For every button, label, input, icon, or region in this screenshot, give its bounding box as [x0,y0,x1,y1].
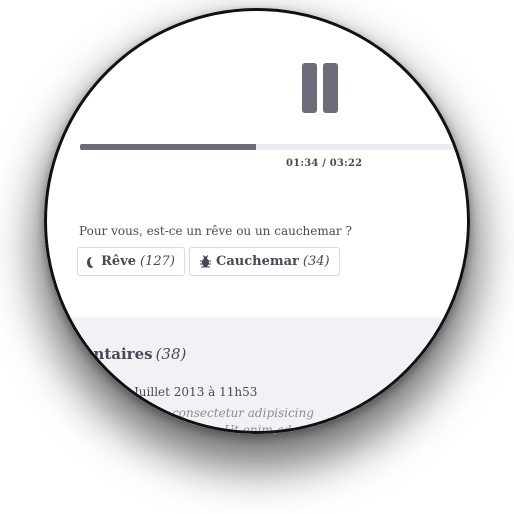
progress-bar[interactable] [80,144,470,150]
comment-date: Juillet 2013 à 11h53 [134,385,258,399]
comment-text-line-2: Ut enim ad [224,423,292,434]
pause-bar-right [323,63,338,113]
comments-count: (38) [155,345,187,363]
moon-icon [90,256,98,267]
bug-icon [199,255,212,268]
magnifier-lens: 01:34 / 03:22 Pour vous, est-ce un rêve … [44,8,470,434]
comments-title-text: mentaires [68,345,153,363]
vote-reve-label: Rêve [101,254,137,269]
progress-fill [80,144,256,150]
vote-reve-count: (127) [140,254,175,269]
pause-bar-left [302,63,317,113]
vote-cauchemar-label: Cauchemar [216,254,299,269]
time-display: 01:34 / 03:22 [286,158,363,169]
vote-reve-button[interactable]: Rêve (127) [77,247,185,276]
comments-title: mentaires (38) [68,345,186,363]
comment-text-line-1: amet, consectetur adipisicing [134,406,314,420]
comment-text: amet, consectetur adipisicing Ut enim ad [104,405,470,434]
magnifier-stage: 01:34 / 03:22 Pour vous, est-ce un rêve … [0,0,514,514]
vote-question: Pour vous, est-ce un rêve ou un cauchema… [79,224,352,238]
pause-button[interactable] [300,63,340,113]
vote-cauchemar-button[interactable]: Cauchemar (34) [189,247,340,276]
vote-cauchemar-count: (34) [302,254,330,269]
